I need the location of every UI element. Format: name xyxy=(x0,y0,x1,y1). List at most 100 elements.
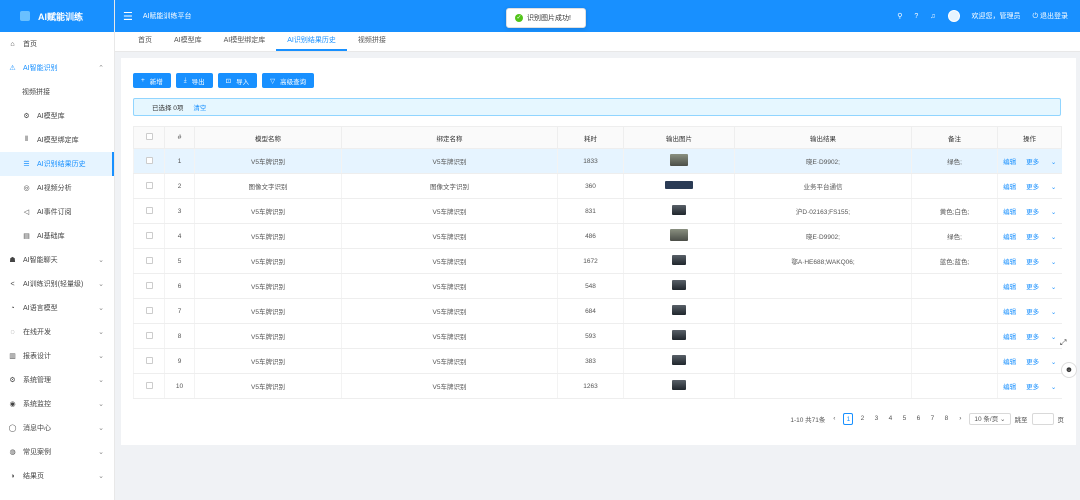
more-dropdown[interactable]: 更多 ⌄ xyxy=(1026,359,1056,366)
table-row[interactable]: 8 V5车牌识别 V5车牌识别 593 编辑 更多 ⌄ xyxy=(133,323,1062,349)
avatar[interactable] xyxy=(947,10,960,22)
tab-video-stitching[interactable]: 视频拼接 xyxy=(347,31,397,51)
output-image-thumbnail[interactable] xyxy=(670,229,688,241)
table-row[interactable]: 9 V5车牌识别 V5车牌识别 383 编辑 更多 ⌄ xyxy=(133,348,1062,374)
output-image-thumbnail[interactable] xyxy=(672,330,686,340)
sidebar-item-model-binding[interactable]: ⦀ AI模型绑定库 xyxy=(0,128,114,152)
table-row[interactable]: 1 V5车牌识别 V5车牌识别 1833 晓E·D9902; 绿色; 编辑 更多 ⌄ xyxy=(133,148,1062,174)
table-row[interactable]: 2 图像文字识别 图像文字识别 360 业务平台通信 编辑 更多 ⌄ xyxy=(133,173,1062,199)
edit-link[interactable]: 编辑 xyxy=(1003,159,1016,166)
logout-button[interactable]: ⏻ 退出登录 xyxy=(1033,11,1069,21)
clear-selection-link[interactable]: 清空 xyxy=(193,102,206,112)
sidebar-item-video-analysis[interactable]: ◎ AI视频分析 xyxy=(0,176,114,200)
welcome-text[interactable]: 欢迎您，管理员 xyxy=(972,11,1021,21)
output-image-thumbnail[interactable] xyxy=(672,380,686,390)
more-dropdown[interactable]: 更多 ⌄ xyxy=(1026,334,1056,341)
edit-link[interactable]: 编辑 xyxy=(1003,284,1016,291)
fullscreen-icon[interactable]: ⤢ xyxy=(1060,338,1072,350)
sidebar-item-common-cases[interactable]: ◍ 常见案例 ⌄ xyxy=(0,440,114,464)
edit-link[interactable]: 编辑 xyxy=(1003,334,1016,341)
assistant-bot-icon[interactable]: ☻ xyxy=(1061,362,1077,378)
row-select-cell[interactable] xyxy=(133,198,165,224)
table-row[interactable]: 4 V5车牌识别 V5车牌识别 486 晓E·D9902; 绿色; 编辑 更多 ⌄ xyxy=(133,223,1062,249)
sidebar-item-base-library[interactable]: ▤ AI基础库 xyxy=(0,224,114,248)
more-dropdown[interactable]: 更多 ⌄ xyxy=(1026,234,1056,241)
sidebar-item-ai-training[interactable]: < AI训练识别(轻量级) ⌄ xyxy=(0,272,114,296)
table-row[interactable]: 7 V5车牌识别 V5车牌识别 684 编辑 更多 ⌄ xyxy=(133,298,1062,324)
page-number[interactable]: 8 xyxy=(941,413,951,425)
more-dropdown[interactable]: 更多 ⌄ xyxy=(1026,284,1056,291)
edit-link[interactable]: 编辑 xyxy=(1003,209,1016,216)
column-header[interactable]: 输出结果 xyxy=(734,126,912,149)
select-all-header[interactable] xyxy=(133,126,165,149)
table-row[interactable]: 10 V5车牌识别 V5车牌识别 1263 编辑 更多 ⌄ xyxy=(133,373,1062,399)
row-select-cell[interactable] xyxy=(133,373,165,399)
row-select-cell[interactable] xyxy=(133,173,165,199)
search-icon[interactable]: ⚲ xyxy=(897,12,902,20)
sidebar-item-message-center[interactable]: ◯ 消息中心 ⌄ xyxy=(0,416,114,440)
row-checkbox[interactable] xyxy=(145,231,153,239)
row-checkbox[interactable] xyxy=(145,331,153,339)
row-select-cell[interactable] xyxy=(133,148,165,174)
app-logo[interactable]: AI赋能训练 xyxy=(0,0,114,32)
sidebar-item-language-model[interactable]: ◔ AI语言模型 ⌄ xyxy=(0,296,114,320)
next-page-icon[interactable]: › xyxy=(955,413,965,425)
edit-link[interactable]: 编辑 xyxy=(1003,259,1016,266)
sidebar-item-model-library[interactable]: ⚙ AI模型库 xyxy=(0,104,114,128)
page-number[interactable]: 3 xyxy=(871,413,881,425)
prev-page-icon[interactable]: ‹ xyxy=(829,413,839,425)
help-icon[interactable]: ? xyxy=(914,13,918,20)
table-row[interactable]: 3 V5车牌识别 V5车牌识别 831 沪D·02163;FS155; 黄色;白色; 编辑更… xyxy=(133,198,1062,224)
output-image-thumbnail[interactable] xyxy=(672,255,686,265)
export-button[interactable]: ⤓ 导出 xyxy=(175,73,213,88)
row-checkbox[interactable] xyxy=(145,306,153,314)
edit-link[interactable]: 编辑 xyxy=(1003,184,1016,191)
more-dropdown[interactable]: 更多 ⌄ xyxy=(1026,384,1056,391)
more-dropdown[interactable]: 更多 ⌄ xyxy=(1026,309,1056,316)
page-number[interactable]: 1 xyxy=(843,413,854,425)
page-number[interactable]: 7 xyxy=(927,413,937,425)
edit-link[interactable]: 编辑 xyxy=(1003,234,1016,241)
sidebar-item-ai-recognition[interactable]: ⚠ AI智能识别 ⌃ xyxy=(0,56,114,80)
table-row[interactable]: 6 V5车牌识别 V5车牌识别 548 编辑 更多 ⌄ xyxy=(133,273,1062,299)
row-select-cell[interactable] xyxy=(133,273,165,299)
tab-model-library[interactable]: AI模型库 xyxy=(163,31,213,51)
output-image-thumbnail[interactable] xyxy=(665,181,693,189)
jump-page-input[interactable] xyxy=(1031,413,1054,425)
page-size-select[interactable]: 10 条/页 ⌄ xyxy=(969,413,1011,425)
tab-model-binding[interactable]: AI模型绑定库 xyxy=(213,31,277,51)
page-number[interactable]: 4 xyxy=(885,413,895,425)
row-checkbox[interactable] xyxy=(145,156,153,164)
page-number[interactable]: 6 xyxy=(913,413,923,425)
row-checkbox[interactable] xyxy=(145,256,153,264)
row-select-cell[interactable] xyxy=(133,223,165,249)
table-row[interactable]: 5 V5车牌识别 V5车牌识别 1672 鄂A·HE688;WAKQ06; 蓝色;蓝色; 编… xyxy=(133,248,1062,274)
output-image-thumbnail[interactable] xyxy=(670,154,688,166)
edit-link[interactable]: 编辑 xyxy=(1003,309,1016,316)
row-select-cell[interactable] xyxy=(133,248,165,274)
row-select-cell[interactable] xyxy=(133,298,165,324)
edit-link[interactable]: 编辑 xyxy=(1003,384,1016,391)
more-dropdown[interactable]: 更多 ⌄ xyxy=(1026,259,1056,266)
row-checkbox[interactable] xyxy=(145,281,153,289)
select-all-checkbox[interactable] xyxy=(145,133,153,140)
sidebar-item-system-management[interactable]: ⚙ 系统管理 ⌄ xyxy=(0,368,114,392)
sidebar-item-recognition-history[interactable]: ☰ AI识别结果历史 xyxy=(0,152,114,176)
import-button[interactable]: ⊡ 导入 xyxy=(217,73,258,88)
page-number[interactable]: 2 xyxy=(857,413,867,425)
sidebar-item-result-page[interactable]: ◑ 结果页 ⌄ xyxy=(0,464,114,488)
advanced-query-button[interactable]: ▽ 高级查询 xyxy=(262,73,315,88)
tab-home[interactable]: 首页 xyxy=(127,31,163,51)
row-checkbox[interactable] xyxy=(145,356,153,364)
row-checkbox[interactable] xyxy=(145,381,153,389)
notification-bell-icon[interactable]: ♫ xyxy=(930,13,935,20)
menu-toggle-icon[interactable]: ☰ xyxy=(123,10,133,23)
row-select-cell[interactable] xyxy=(133,348,165,374)
sidebar-item-event-subscription[interactable]: ◁ AI事件订阅 xyxy=(0,200,114,224)
output-image-thumbnail[interactable] xyxy=(672,205,686,215)
more-dropdown[interactable]: 更多 ⌄ xyxy=(1026,209,1056,216)
sidebar-item-home[interactable]: ⌂ 首页 xyxy=(0,32,114,56)
more-dropdown[interactable]: 更多 ⌄ xyxy=(1026,159,1056,166)
output-image-thumbnail[interactable] xyxy=(672,280,686,290)
output-image-thumbnail[interactable] xyxy=(672,305,686,315)
